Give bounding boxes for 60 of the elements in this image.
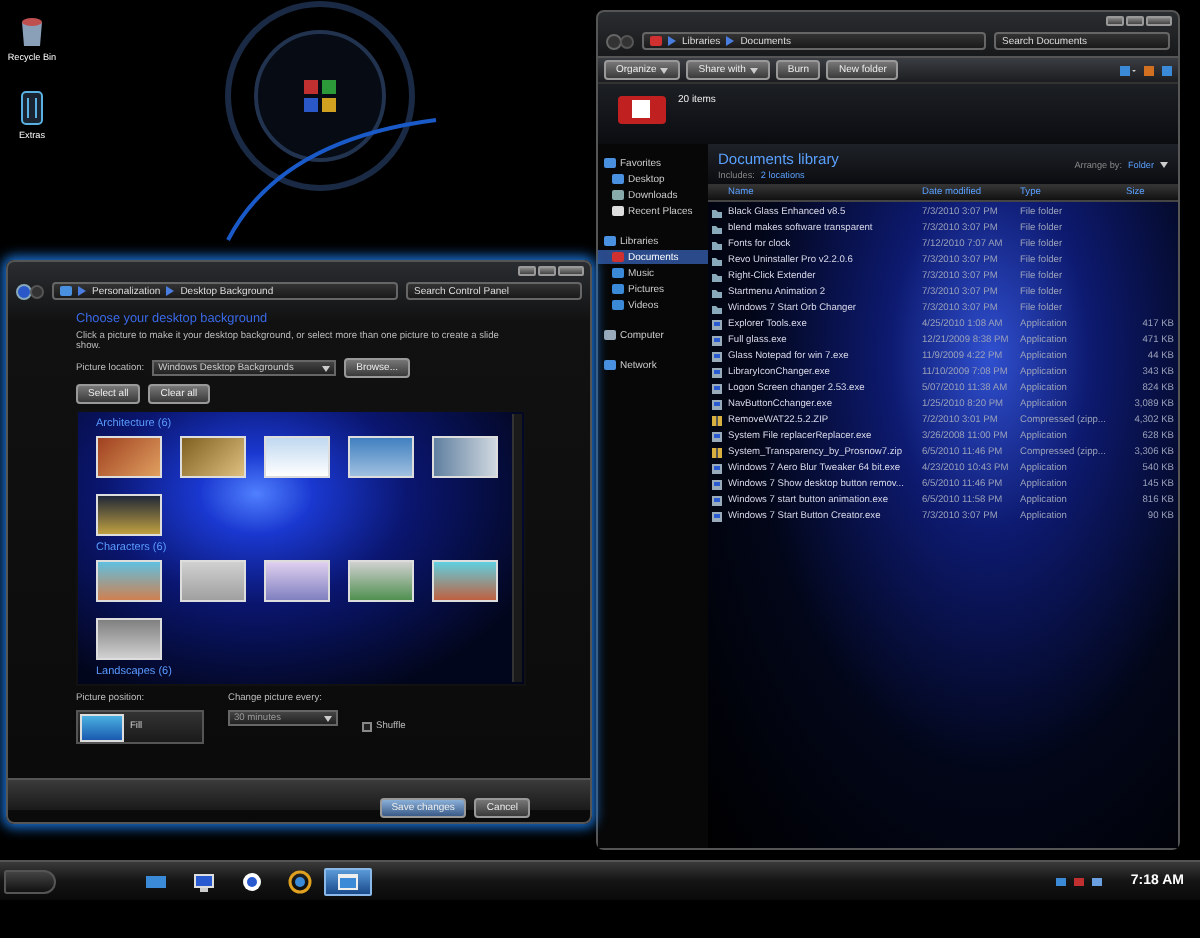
application-icon: [712, 431, 722, 441]
application-icon: [712, 335, 722, 345]
back-forward-icon[interactable]: [606, 33, 634, 49]
window-icon: [334, 869, 362, 893]
application-icon: [712, 319, 722, 329]
application-icon: [712, 511, 722, 521]
close-button[interactable]: [1146, 16, 1172, 26]
caret-icon: [322, 365, 331, 371]
preview-pane-icon[interactable]: [1144, 65, 1154, 75]
caret-icon: [749, 67, 758, 73]
download-icon: [612, 190, 624, 200]
application-icon: [712, 399, 722, 409]
maximize-button[interactable]: [538, 266, 556, 276]
picture-icon: [612, 284, 624, 294]
chevron-icon: [668, 36, 676, 46]
music-icon: [612, 268, 624, 278]
taskbar-button[interactable]: [324, 867, 372, 895]
doc-icon: [650, 36, 662, 46]
recycle-bin-icon[interactable]: [18, 16, 46, 48]
application-icon: [712, 367, 722, 377]
recent-icon: [612, 206, 624, 216]
application-icon: [712, 463, 722, 473]
desktop-icon: [60, 286, 72, 296]
start-button[interactable]: [4, 869, 56, 893]
zip-file-icon: [712, 447, 722, 457]
network-icon[interactable]: [1056, 877, 1067, 885]
application-icon: [712, 479, 722, 489]
application-icon: [712, 351, 722, 361]
folder-icon[interactable]: [20, 90, 44, 126]
help-icon[interactable]: [1162, 65, 1172, 75]
computer-icon: [604, 330, 616, 340]
caret-icon: [1160, 162, 1168, 168]
network-icon: [604, 360, 616, 370]
monitor-icon: [190, 869, 218, 893]
speaker-icon[interactable]: [1092, 877, 1103, 885]
library-icon: [618, 92, 666, 124]
library-icon: [604, 236, 616, 246]
caret-icon: [660, 67, 669, 73]
maximize-button[interactable]: [1126, 16, 1144, 26]
pinwheel-icon: [286, 869, 314, 893]
flag-icon[interactable]: [1074, 877, 1085, 885]
chevron-icon: [78, 286, 86, 296]
chevron-icon: [166, 286, 175, 296]
doc-icon: [612, 252, 624, 262]
application-icon: [712, 383, 722, 393]
photo-placeholder[interactable]: [96, 494, 162, 536]
scrollbar[interactable]: [512, 414, 522, 682]
caret-icon: [324, 715, 332, 721]
media-player-icon: [238, 869, 266, 893]
chevron-icon: [726, 36, 735, 46]
view-options-icon[interactable]: [1120, 65, 1136, 75]
minimize-button[interactable]: [518, 266, 536, 276]
minimize-button[interactable]: [1106, 16, 1124, 26]
application-icon: [712, 495, 722, 505]
desktop-icon: [612, 174, 624, 184]
zip-file-icon: [712, 415, 722, 425]
video-icon: [612, 300, 624, 310]
photo-placeholder: [80, 713, 124, 741]
back-forward-icon[interactable]: [16, 283, 44, 299]
close-button[interactable]: [558, 266, 584, 276]
